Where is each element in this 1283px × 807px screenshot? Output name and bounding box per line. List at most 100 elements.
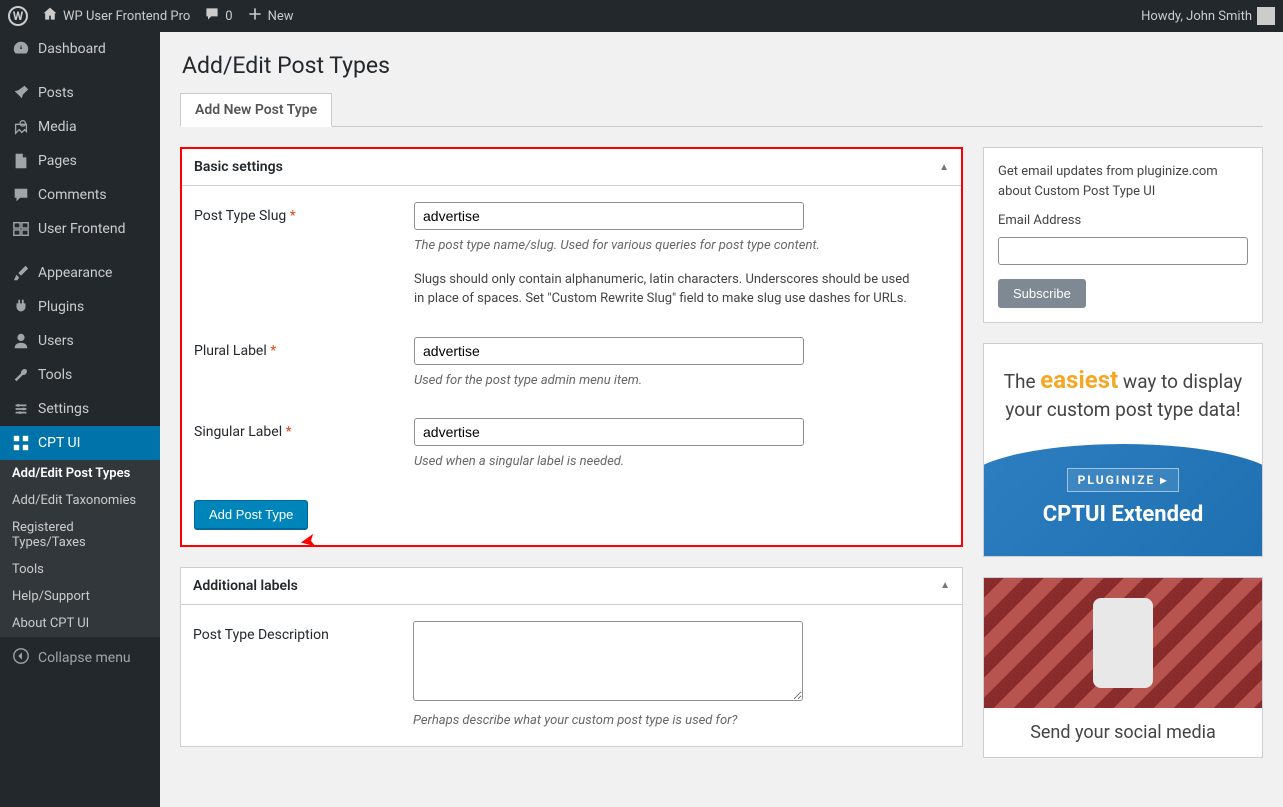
newsletter-intro: Get email updates from pluginize.com abo… bbox=[998, 162, 1248, 201]
required-marker: * bbox=[290, 208, 296, 224]
comments-link[interactable]: 0 bbox=[204, 6, 232, 26]
site-link[interactable]: WP User Frontend Pro bbox=[42, 6, 190, 26]
submenu-registered-types[interactable]: Registered Types/Taxes bbox=[0, 514, 160, 556]
email-label: Email Address bbox=[998, 211, 1248, 231]
menu-tools[interactable]: Tools bbox=[0, 358, 160, 392]
menu-user-frontend[interactable]: User Frontend bbox=[0, 212, 160, 246]
basic-settings-title: Basic settings bbox=[194, 159, 283, 175]
home-icon bbox=[42, 6, 58, 26]
menu-cpt-ui[interactable]: CPT UI bbox=[0, 426, 160, 460]
menu-media[interactable]: Media bbox=[0, 110, 160, 144]
slug-desc: The post type name/slug. Used for variou… bbox=[414, 236, 914, 256]
comments-count: 0 bbox=[225, 9, 232, 24]
media-icon bbox=[12, 118, 30, 136]
description-help: Perhaps describe what your custom post t… bbox=[413, 711, 913, 731]
promo-text: Send your social media bbox=[984, 708, 1262, 757]
promo-product: CPTUI Extended bbox=[983, 502, 1263, 527]
toggle-icon: ▲ bbox=[940, 580, 950, 591]
menu-label: User Frontend bbox=[38, 221, 125, 237]
required-marker: * bbox=[286, 424, 292, 440]
grid-icon bbox=[12, 434, 30, 452]
pin-icon bbox=[12, 84, 30, 102]
menu-settings[interactable]: Settings bbox=[0, 392, 160, 426]
plural-desc: Used for the post type admin menu item. bbox=[414, 371, 914, 391]
admin-bar: W WP User Frontend Pro 0 New Howdy, John… bbox=[0, 0, 1283, 32]
admin-sidebar: Dashboard Posts Media Pages Comments Use… bbox=[0, 32, 160, 807]
collapse-icon bbox=[12, 647, 30, 669]
menu-label: Media bbox=[38, 119, 77, 135]
comment-icon bbox=[204, 6, 220, 26]
singular-input[interactable] bbox=[414, 418, 804, 446]
plural-input[interactable] bbox=[414, 337, 804, 365]
menu-comments[interactable]: Comments bbox=[0, 178, 160, 212]
user-frontend-icon bbox=[12, 220, 30, 238]
subscribe-button[interactable]: Subscribe bbox=[998, 279, 1086, 308]
add-post-type-button[interactable]: Add Post Type bbox=[194, 500, 308, 529]
menu-dashboard[interactable]: Dashboard bbox=[0, 32, 160, 66]
account-link[interactable]: Howdy, John Smith bbox=[1141, 7, 1275, 25]
menu-label: Appearance bbox=[38, 265, 112, 281]
menu-appearance[interactable]: Appearance bbox=[0, 256, 160, 290]
singular-desc: Used when a singular label is needed. bbox=[414, 452, 914, 472]
menu-label: Tools bbox=[38, 367, 72, 383]
wrench-icon bbox=[12, 366, 30, 384]
submenu-tools[interactable]: Tools bbox=[0, 556, 160, 583]
avatar bbox=[1257, 7, 1275, 25]
brush-icon bbox=[12, 264, 30, 282]
menu-label: Settings bbox=[38, 401, 89, 417]
menu-label: Posts bbox=[38, 85, 74, 101]
comment-icon bbox=[12, 186, 30, 204]
new-label: New bbox=[268, 9, 294, 24]
menu-label: Dashboard bbox=[38, 41, 106, 57]
dashboard-icon bbox=[12, 40, 30, 58]
basic-settings-box: Basic settings ▲ Post Type Slug * The po… bbox=[180, 147, 963, 547]
email-input[interactable] bbox=[998, 237, 1248, 265]
toggle-icon: ▲ bbox=[939, 162, 949, 173]
menu-label: Comments bbox=[38, 187, 107, 203]
plus-icon bbox=[247, 6, 263, 26]
wp-logo-link[interactable]: W bbox=[8, 6, 28, 26]
promo-image bbox=[984, 578, 1262, 708]
user-icon bbox=[12, 332, 30, 350]
menu-label: Users bbox=[38, 333, 74, 349]
menu-posts[interactable]: Posts bbox=[0, 76, 160, 110]
collapse-menu[interactable]: Collapse menu bbox=[0, 637, 160, 679]
pluginize-brand: PLUGINIZE ▸ bbox=[1067, 468, 1180, 492]
settings-icon bbox=[12, 400, 30, 418]
menu-label: Pages bbox=[38, 153, 77, 169]
main-content: ➤ Add/Edit Post Types Add New Post Type … bbox=[160, 32, 1283, 807]
collapse-label: Collapse menu bbox=[38, 650, 131, 666]
description-textarea[interactable] bbox=[413, 621, 803, 701]
submenu-add-edit-post-types[interactable]: Add/Edit Post Types bbox=[0, 460, 160, 487]
description-label: Post Type Description bbox=[193, 621, 413, 643]
newsletter-box: Get email updates from pluginize.com abo… bbox=[983, 147, 1263, 323]
menu-pages[interactable]: Pages bbox=[0, 144, 160, 178]
submenu-add-edit-taxonomies[interactable]: Add/Edit Taxonomies bbox=[0, 487, 160, 514]
plug-icon bbox=[12, 298, 30, 316]
slug-desc-extra: Slugs should only contain alphanumeric, … bbox=[414, 270, 914, 309]
greeting: Howdy, John Smith bbox=[1141, 9, 1252, 24]
promo-cptui-extended[interactable]: The easiest way to display your custom p… bbox=[983, 343, 1263, 557]
submenu-help-support[interactable]: Help/Support bbox=[0, 583, 160, 610]
slug-label: Post Type Slug * bbox=[194, 202, 414, 224]
new-link[interactable]: New bbox=[247, 6, 294, 26]
additional-labels-title: Additional labels bbox=[193, 578, 298, 594]
required-marker: * bbox=[270, 343, 276, 359]
menu-plugins[interactable]: Plugins bbox=[0, 290, 160, 324]
additional-labels-header[interactable]: Additional labels ▲ bbox=[181, 568, 962, 605]
menu-label: Plugins bbox=[38, 299, 84, 315]
tab-add-new[interactable]: Add New Post Type bbox=[180, 93, 332, 127]
submenu-about[interactable]: About CPT UI bbox=[0, 610, 160, 637]
tab-wrapper: Add New Post Type bbox=[180, 93, 1263, 127]
singular-label: Singular Label * bbox=[194, 418, 414, 440]
additional-labels-box: Additional labels ▲ Post Type Descriptio… bbox=[180, 567, 963, 748]
wordpress-icon: W bbox=[8, 6, 28, 26]
page-title: Add/Edit Post Types bbox=[182, 52, 1263, 79]
menu-users[interactable]: Users bbox=[0, 324, 160, 358]
promo-social-media[interactable]: Send your social media bbox=[983, 577, 1263, 758]
submenu-cpt-ui: Add/Edit Post Types Add/Edit Taxonomies … bbox=[0, 460, 160, 637]
menu-label: CPT UI bbox=[38, 435, 80, 451]
slug-input[interactable] bbox=[414, 202, 804, 230]
basic-settings-header[interactable]: Basic settings ▲ bbox=[182, 149, 961, 186]
site-name: WP User Frontend Pro bbox=[63, 9, 190, 24]
